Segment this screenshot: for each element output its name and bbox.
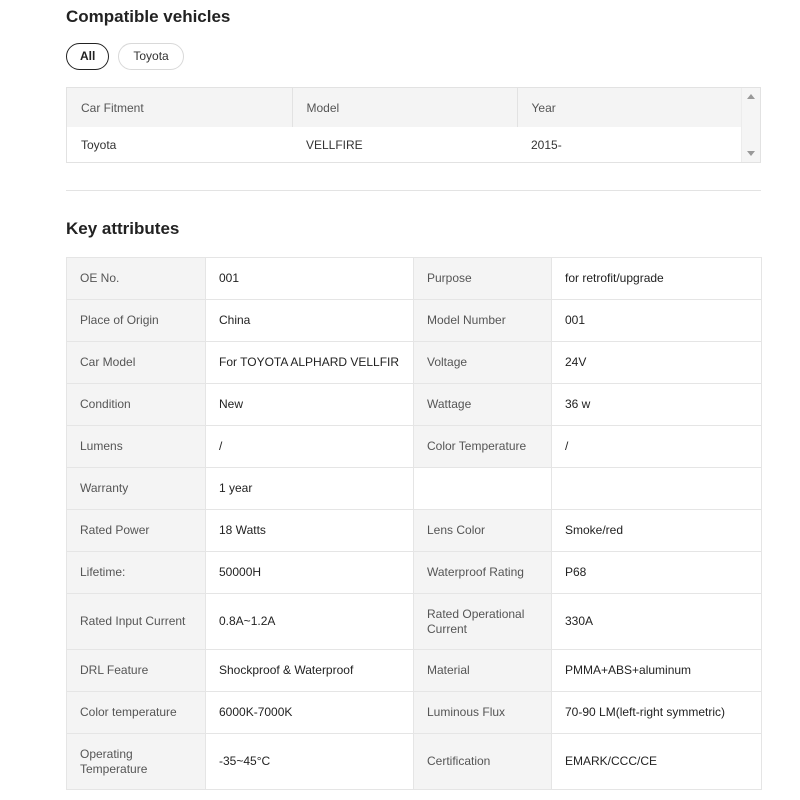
key-attributes-table: OE No. 001 Purpose for retrofit/upgrade … — [66, 257, 762, 790]
attribute-key: Warranty — [66, 467, 206, 510]
attribute-value: / — [551, 425, 762, 468]
attribute-key: OE No. — [66, 257, 206, 300]
fitment-cell-make: Toyota — [81, 138, 117, 152]
attribute-value: Smoke/red — [551, 509, 762, 552]
attribute-value: P68 — [551, 551, 762, 594]
brand-filter-chips: All Toyota — [66, 43, 184, 70]
attribute-value: New — [205, 383, 414, 426]
attribute-key: Lifetime: — [66, 551, 206, 594]
attribute-value: 6000K-7000K — [205, 691, 414, 734]
attribute-value: PMMA+ABS+aluminum — [551, 649, 762, 692]
fitment-header-row: Car Fitment Model Year — [67, 88, 742, 127]
attribute-value: / — [205, 425, 414, 468]
attribute-value: China — [205, 299, 414, 342]
attribute-key-empty — [413, 467, 552, 510]
fitment-scrollbar[interactable] — [741, 88, 760, 162]
attribute-key: Waterproof Rating — [413, 551, 552, 594]
fitment-table-container: Car Fitment Model Year Toyota VELLFIRE 2… — [66, 87, 761, 163]
attribute-key: Luminous Flux — [413, 691, 552, 734]
table-row: Condition New Wattage 36 w — [66, 383, 762, 426]
attribute-key: Model Number — [413, 299, 552, 342]
attribute-value: 330A — [551, 593, 762, 650]
attribute-value: 36 w — [551, 383, 762, 426]
table-row: Rated Input Current 0.8A~1.2A Rated Oper… — [66, 593, 762, 650]
attribute-value: 18 Watts — [205, 509, 414, 552]
scroll-down-arrow-icon[interactable] — [747, 151, 755, 156]
attribute-key: Purpose — [413, 257, 552, 300]
table-row: Car Model For TOYOTA ALPHARD VELLFIR Vol… — [66, 341, 762, 384]
attribute-value: 001 — [551, 299, 762, 342]
column-header-model: Model — [292, 88, 518, 127]
attribute-key: Lumens — [66, 425, 206, 468]
attribute-key: DRL Feature — [66, 649, 206, 692]
column-header-car-fitment: Car Fitment — [67, 88, 293, 127]
attribute-key: Condition — [66, 383, 206, 426]
table-row: Lumens / Color Temperature / — [66, 425, 762, 468]
section-divider — [66, 190, 761, 191]
fitment-cell-year: 2015- — [531, 138, 562, 152]
table-row: DRL Feature Shockproof & Waterproof Mate… — [66, 649, 762, 692]
column-header-year: Year — [517, 88, 742, 127]
table-row: Rated Power 18 Watts Lens Color Smoke/re… — [66, 509, 762, 552]
attribute-key: Wattage — [413, 383, 552, 426]
fitment-table: Car Fitment Model Year Toyota VELLFIRE 2… — [67, 88, 742, 162]
table-row: Color temperature 6000K-7000K Luminous F… — [66, 691, 762, 734]
table-row: Operating Temperature -35~45°C Certifica… — [66, 733, 762, 790]
attribute-key: Place of Origin — [66, 299, 206, 342]
attribute-value: 50000H — [205, 551, 414, 594]
attribute-key: Voltage — [413, 341, 552, 384]
attribute-key: Color temperature — [66, 691, 206, 734]
attribute-key: Material — [413, 649, 552, 692]
attribute-value: 70-90 LM(left-right symmetric) — [551, 691, 762, 734]
filter-chip-all[interactable]: All — [66, 43, 110, 70]
key-attributes-title: Key attributes — [66, 219, 180, 238]
attribute-key: Operating Temperature — [66, 733, 206, 790]
attribute-key: Certification — [413, 733, 552, 790]
attribute-value: 24V — [551, 341, 762, 384]
attribute-value-empty — [551, 467, 762, 510]
attribute-value: EMARK/CCC/CE — [551, 733, 762, 790]
attribute-key: Color Temperature — [413, 425, 552, 468]
attribute-value: -35~45°C — [205, 733, 414, 790]
attribute-key: Lens Color — [413, 509, 552, 552]
attribute-key: Rated Input Current — [66, 593, 206, 650]
table-row: Toyota VELLFIRE 2015- — [67, 127, 742, 162]
compatible-vehicles-title: Compatible vehicles — [66, 7, 231, 26]
filter-chip-toyota[interactable]: Toyota — [118, 43, 184, 70]
attribute-key: Rated Power — [66, 509, 206, 552]
attribute-value: for retrofit/upgrade — [551, 257, 762, 300]
attribute-value: 001 — [205, 257, 414, 300]
table-row: Place of Origin China Model Number 001 — [66, 299, 762, 342]
table-row: OE No. 001 Purpose for retrofit/upgrade — [66, 257, 762, 300]
attribute-value: 1 year — [205, 467, 414, 510]
attribute-value: For TOYOTA ALPHARD VELLFIR — [205, 341, 414, 384]
attribute-key: Car Model — [66, 341, 206, 384]
table-row: Warranty 1 year — [66, 467, 762, 510]
scroll-up-arrow-icon[interactable] — [747, 94, 755, 99]
table-row: Lifetime: 50000H Waterproof Rating P68 — [66, 551, 762, 594]
attribute-value: 0.8A~1.2A — [205, 593, 414, 650]
fitment-cell-model: VELLFIRE — [306, 138, 363, 152]
attribute-key: Rated Operational Current — [413, 593, 552, 650]
attribute-value: Shockproof & Waterproof — [205, 649, 414, 692]
